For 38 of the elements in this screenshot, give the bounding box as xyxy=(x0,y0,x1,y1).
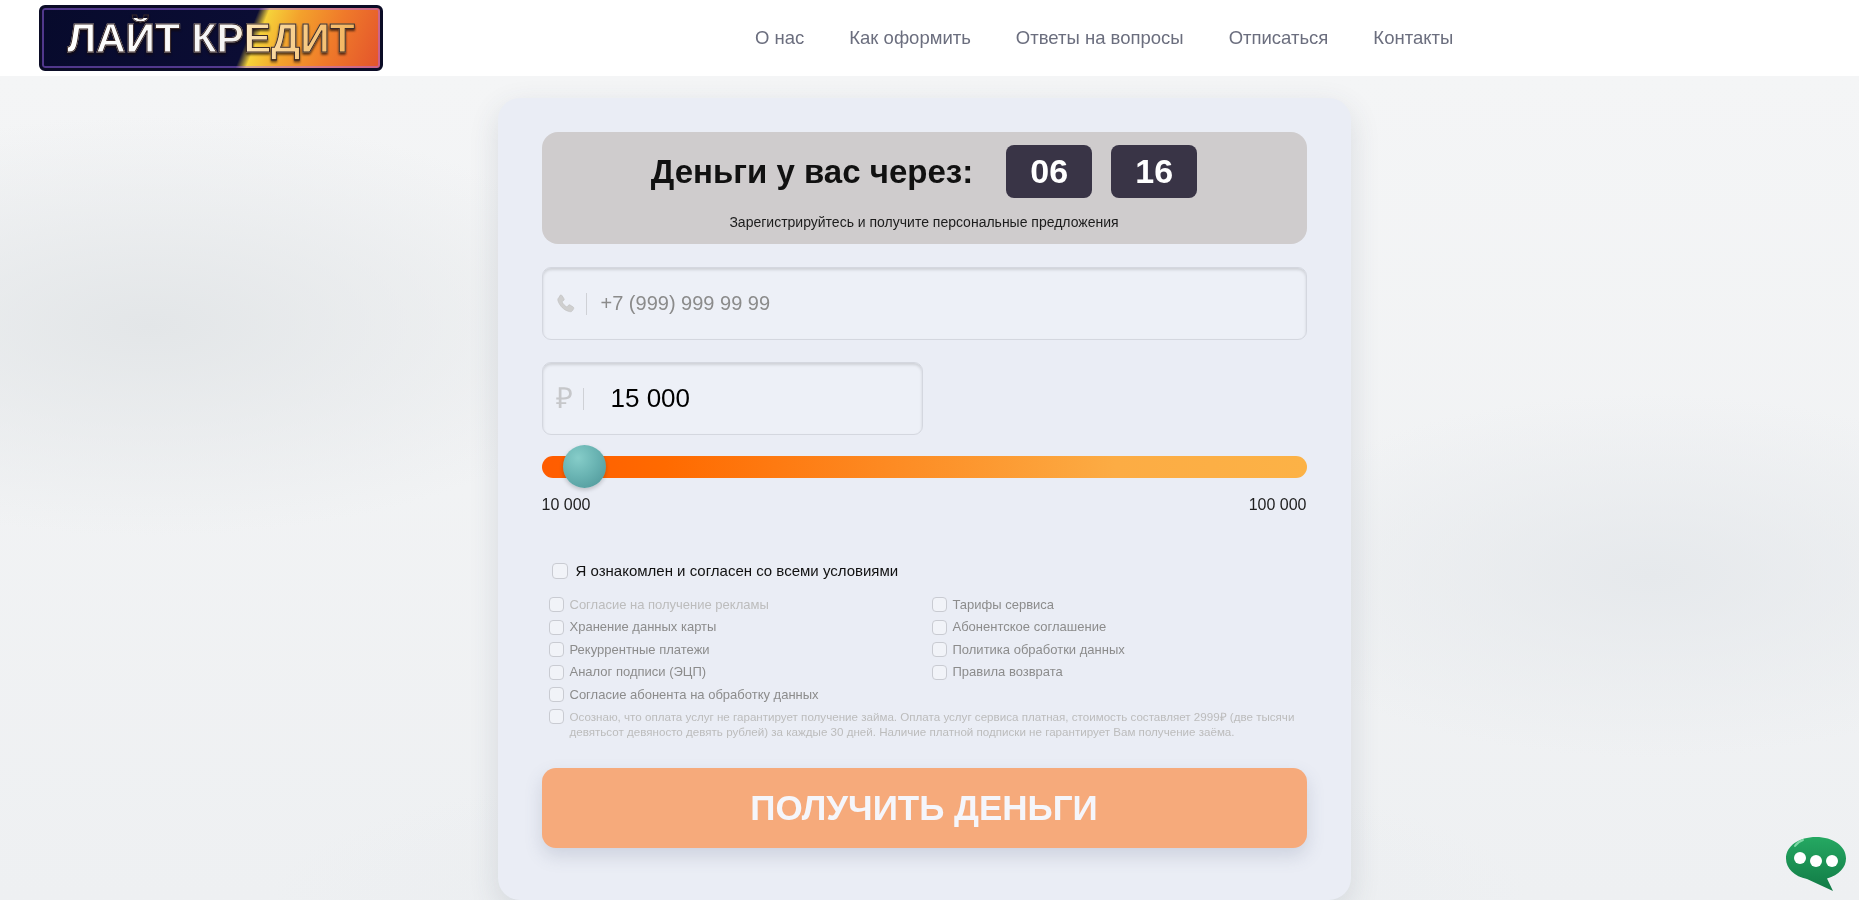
amount-slider-track[interactable] xyxy=(541,445,1307,488)
slider-min-label: 10 000 xyxy=(541,495,591,515)
timer-seconds: 16 xyxy=(1111,145,1198,198)
nav-link[interactable]: Контакты xyxy=(1373,24,1454,52)
checkbox-label: Рекуррентные платежи xyxy=(569,641,710,658)
checkbox-label: Согласие абонента на обработку данных xyxy=(569,686,819,703)
checkbox[interactable] xyxy=(548,709,564,724)
timer-title: Деньги у вас через: xyxy=(650,151,974,192)
nav-link[interactable]: Как оформить xyxy=(849,24,971,52)
checkbox-label: Я ознакомлен и согласен со всеми условиями xyxy=(575,561,899,581)
phone-icon xyxy=(555,293,576,314)
checkbox-label: Согласие на получение рекламы xyxy=(569,596,769,613)
checkbox[interactable] xyxy=(548,664,564,680)
nav-link[interactable]: О нас xyxy=(755,24,805,52)
phone-input-field[interactable]: +7 (999) 999 99 99 xyxy=(541,267,1307,340)
checkbox[interactable] xyxy=(548,597,564,613)
checkbox-label: Абонентское соглашение xyxy=(952,619,1107,636)
checkbox[interactable] xyxy=(931,664,947,680)
ruble-sign: ₽ xyxy=(555,384,573,413)
chat-bubble-icon[interactable] xyxy=(1783,835,1849,893)
checkbox[interactable] xyxy=(931,597,947,613)
checkbox[interactable] xyxy=(548,687,564,703)
checkbox[interactable] xyxy=(931,619,947,635)
checkbox[interactable] xyxy=(548,619,564,635)
checkbox-label: Тарифы сервиса xyxy=(952,596,1055,613)
timer-subtitle: Зарегистрируйтесь и получите персональные предложения xyxy=(729,213,1119,232)
checkbox-label: Правила возврата xyxy=(952,664,1063,681)
checkbox[interactable] xyxy=(551,563,568,580)
nav-link[interactable]: Ответы на вопросы xyxy=(1015,24,1184,52)
slider-thumb[interactable] xyxy=(563,445,607,488)
checkbox[interactable] xyxy=(931,642,947,658)
checkbox-label: Аналог подписи (ЭЦП) xyxy=(569,664,707,681)
checkbox[interactable] xyxy=(548,642,564,658)
nav-link[interactable]: Отписаться xyxy=(1228,24,1329,52)
checkbox-label: Хранение данных карты xyxy=(569,619,717,636)
timer-minutes: 06 xyxy=(1006,145,1093,198)
checkbox-label: Политика обработки данных xyxy=(952,641,1125,658)
slider-max-label: 100 000 xyxy=(1248,495,1307,515)
